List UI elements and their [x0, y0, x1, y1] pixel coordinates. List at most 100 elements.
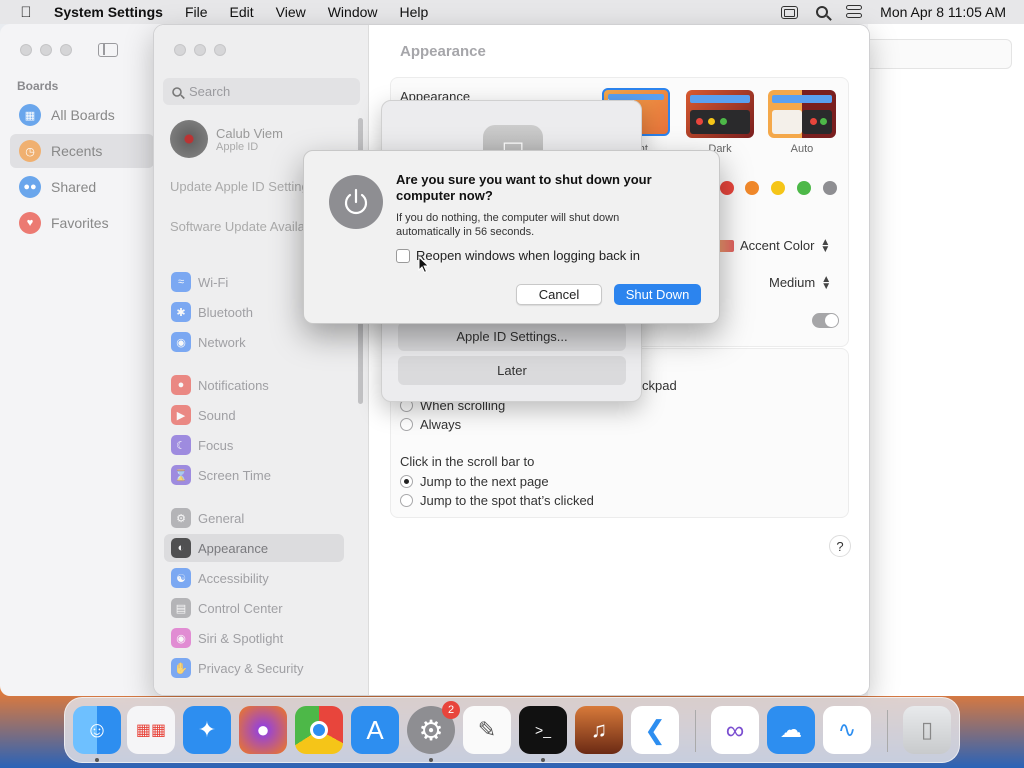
radio-jump-next-page[interactable]: Jump to the next page — [400, 474, 549, 489]
dialog-message: If you do nothing, the computer will shu… — [396, 212, 620, 238]
finder-icon[interactable]: ☺ — [73, 706, 121, 754]
menu-clock[interactable]: Mon Apr 8 11:05 AM — [880, 4, 1006, 20]
boards-item-label: Recents — [51, 143, 103, 159]
textedit-icon[interactable]: ✎ — [463, 706, 511, 754]
chrome-icon[interactable] — [295, 706, 343, 754]
apple-id-profile[interactable]: Calub Viem Apple ID — [170, 120, 283, 158]
accent-yellow-swatch[interactable] — [771, 181, 785, 195]
radio-label: Jump to the next page — [420, 474, 549, 489]
sidebar-item-notifications[interactable]: ● Notifications — [164, 371, 344, 399]
wallpaper-tinting-toggle[interactable] — [812, 313, 839, 328]
safari-icon[interactable]: ✦ — [183, 706, 231, 754]
menu-app-name[interactable]: System Settings — [54, 4, 163, 20]
spotlight-search-icon[interactable] — [816, 6, 829, 18]
sidebar-item-general[interactable]: ⚙ General — [164, 504, 344, 532]
search-field[interactable]: Search — [163, 78, 360, 105]
chevron-updown-icon: ▲ ▼ — [820, 236, 831, 255]
theme-dark-thumbnail[interactable] — [686, 90, 754, 138]
chevron-updown-icon: ▲ ▼ — [821, 273, 832, 292]
zoom-button[interactable] — [60, 44, 72, 56]
accessibility-icon: ☯ — [171, 568, 191, 588]
apple-menu-icon[interactable]:  — [16, 4, 36, 21]
globe-icon: ◉ — [171, 332, 191, 352]
sidebar-toggle-icon[interactable] — [98, 43, 118, 57]
theme-auto-thumbnail[interactable] — [768, 90, 836, 138]
mouse-cursor-icon — [418, 256, 430, 274]
sidebar-item-appearance[interactable]: ◐ Appearance — [164, 534, 344, 562]
radio-button — [400, 494, 413, 507]
minimize-button[interactable] — [40, 44, 52, 56]
onedrive-icon[interactable]: ☁ — [767, 706, 815, 754]
accent-red-swatch[interactable] — [720, 181, 734, 195]
close-button[interactable] — [174, 44, 186, 56]
menu-view[interactable]: View — [276, 4, 306, 20]
color-swatch-icon — [718, 239, 734, 252]
freeform-icon[interactable]: ∿ — [823, 706, 871, 754]
notification-badge: 2 — [442, 701, 460, 719]
boards-item-favorites[interactable]: ♥ Favorites — [10, 206, 154, 240]
menu-window[interactable]: Window — [328, 4, 378, 20]
boards-item-all[interactable]: ▦ All Boards — [10, 98, 154, 132]
firefox-icon[interactable]: ● — [239, 706, 287, 754]
boards-toolbar — [868, 39, 1012, 69]
control-center-icon: ▤ — [171, 598, 191, 618]
accent-graphite-swatch[interactable] — [823, 181, 837, 195]
launchpad-icon[interactable]: ▦▦ — [127, 706, 175, 754]
app-store-icon[interactable]: A — [351, 706, 399, 754]
boards-heading: Boards — [17, 79, 59, 93]
boards-item-recents[interactable]: ◷ Recents — [10, 134, 154, 168]
search-icon — [172, 86, 182, 97]
checkbox[interactable] — [396, 248, 410, 263]
reopen-windows-checkbox[interactable]: Reopen windows when logging back in — [396, 248, 640, 263]
sidebar-item-control-center[interactable]: ▤ Control Center — [164, 594, 344, 622]
sidebar-item-privacy[interactable]: ✋ Privacy & Security — [164, 654, 344, 682]
menu-edit[interactable]: Edit — [230, 4, 254, 20]
menu-help[interactable]: Help — [400, 4, 429, 20]
apple-id-settings-button[interactable]: Apple ID Settings... — [398, 322, 626, 351]
menu-bar:  System Settings File Edit View Window … — [0, 0, 1024, 24]
shut-down-button[interactable]: Shut Down — [614, 284, 701, 305]
sidebar-item-label: Sound — [198, 407, 236, 423]
avatar — [170, 120, 208, 158]
sidebar-item-label: Screen Time — [198, 467, 271, 483]
radio-always[interactable]: Always — [400, 417, 461, 432]
screen-mirroring-icon[interactable] — [781, 5, 799, 19]
dock-separator — [887, 710, 888, 752]
cancel-button[interactable]: Cancel — [516, 284, 602, 305]
sidebar-item-label: Siri & Spotlight — [198, 630, 284, 646]
accent-green-swatch[interactable] — [797, 181, 811, 195]
control-center-icon[interactable] — [846, 5, 863, 19]
radio-button — [400, 418, 413, 431]
running-indicator — [95, 758, 99, 762]
boards-item-shared[interactable]: ●● Shared — [10, 170, 154, 204]
sidebar-item-sound[interactable]: ▶ Sound — [164, 401, 344, 429]
sidebar-item-screen-time[interactable]: ⌛ Screen Time — [164, 461, 344, 489]
sidebar-size-value: Medium — [769, 275, 816, 290]
minimize-button[interactable] — [194, 44, 206, 56]
menu-file[interactable]: File — [185, 4, 208, 20]
siri-icon: ◉ — [171, 628, 191, 648]
theme-auto-caption: Auto — [790, 143, 814, 155]
help-button[interactable]: ? — [829, 535, 851, 557]
trash-icon[interactable]: ▯ — [903, 706, 951, 754]
sidebar-item-focus[interactable]: ☾ Focus — [164, 431, 344, 459]
terminal-icon[interactable]: >_ — [519, 706, 567, 754]
accent-orange-swatch[interactable] — [745, 181, 759, 195]
close-button[interactable] — [20, 44, 32, 56]
running-indicator — [541, 758, 545, 762]
later-button[interactable]: Later — [398, 356, 626, 385]
heart-icon: ♥ — [19, 212, 41, 234]
bluetooth-icon: ✱ — [171, 302, 191, 322]
highlight-color-popup[interactable]: Accent Color ▲ ▼ — [718, 236, 831, 255]
sidebar-size-popup[interactable]: Medium ▲ ▼ — [769, 273, 832, 292]
garageband-icon[interactable]: ♫ — [575, 706, 623, 754]
vscode-icon[interactable]: ❮ — [631, 706, 679, 754]
sidebar-item-network[interactable]: ◉ Network — [164, 328, 344, 356]
sidebar-item-siri[interactable]: ◉ Siri & Spotlight — [164, 624, 344, 652]
visual-studio-icon[interactable]: ∞ — [711, 706, 759, 754]
gear-icon: ⚙ — [171, 508, 191, 528]
moon-icon: ☾ — [171, 435, 191, 455]
sidebar-item-accessibility[interactable]: ☯ Accessibility — [164, 564, 344, 592]
radio-jump-spot-clicked[interactable]: Jump to the spot that’s clicked — [400, 493, 594, 508]
zoom-button[interactable] — [214, 44, 226, 56]
